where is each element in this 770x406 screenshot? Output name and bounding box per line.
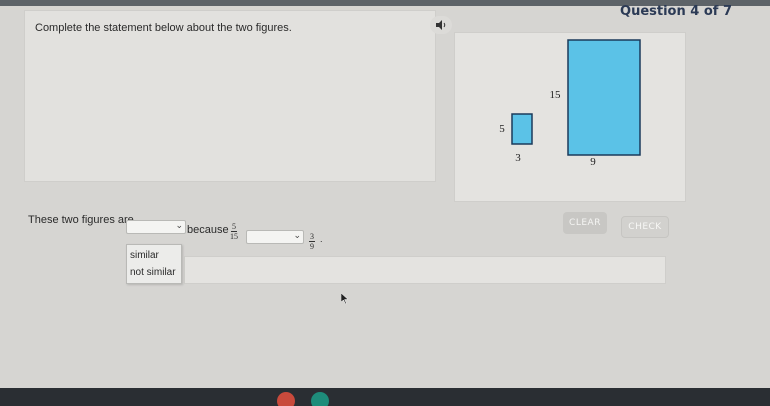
check-button[interactable]: CHECK [621,216,669,238]
taskbar [0,388,770,406]
figure-panel: 5 3 15 9 [454,32,686,202]
relation-select[interactable]: ⌄ [246,230,304,244]
dropdown-option-similar[interactable]: similar [130,250,159,261]
prompt-text: Complete the statement below about the t… [35,22,292,34]
statement-end: . [320,234,323,244]
fraction-left-numerator: 5 [231,222,237,232]
statement-prefix: These two figures are [28,214,134,226]
small-rectangle [511,113,533,145]
small-width-label: 3 [515,152,521,164]
fraction-right-numerator: 3 [309,232,315,242]
prompt-panel: Complete the statement below about the t… [24,10,436,182]
fraction-right-denominator: 9 [310,242,314,251]
fraction-left-denominator: 15 [230,232,238,241]
mouse-cursor-icon [341,293,349,305]
clear-button[interactable]: CLEAR [563,212,607,234]
similarity-select[interactable]: ⌄ [126,220,186,234]
dropdown-option-not-similar[interactable]: not similar [130,267,176,278]
small-height-label: 5 [499,123,505,135]
figures-diagram: 5 3 15 9 [499,39,641,168]
chevron-down-icon: ⌄ [293,230,301,240]
app-icon[interactable] [277,392,295,406]
fraction-right: 3 9 [309,232,315,251]
fraction-left: 5 15 [230,222,238,241]
large-width-label: 9 [590,156,596,168]
large-rectangle [567,39,641,156]
question-counter: Question 4 of 7 [620,4,732,19]
speaker-icon[interactable] [430,16,452,34]
work-area [184,256,666,284]
app-icon[interactable] [311,392,329,406]
large-height-label: 15 [550,89,562,101]
statement-because: because [187,224,229,236]
similarity-dropdown-menu: similar not similar [126,244,182,284]
chevron-down-icon: ⌄ [175,220,183,230]
